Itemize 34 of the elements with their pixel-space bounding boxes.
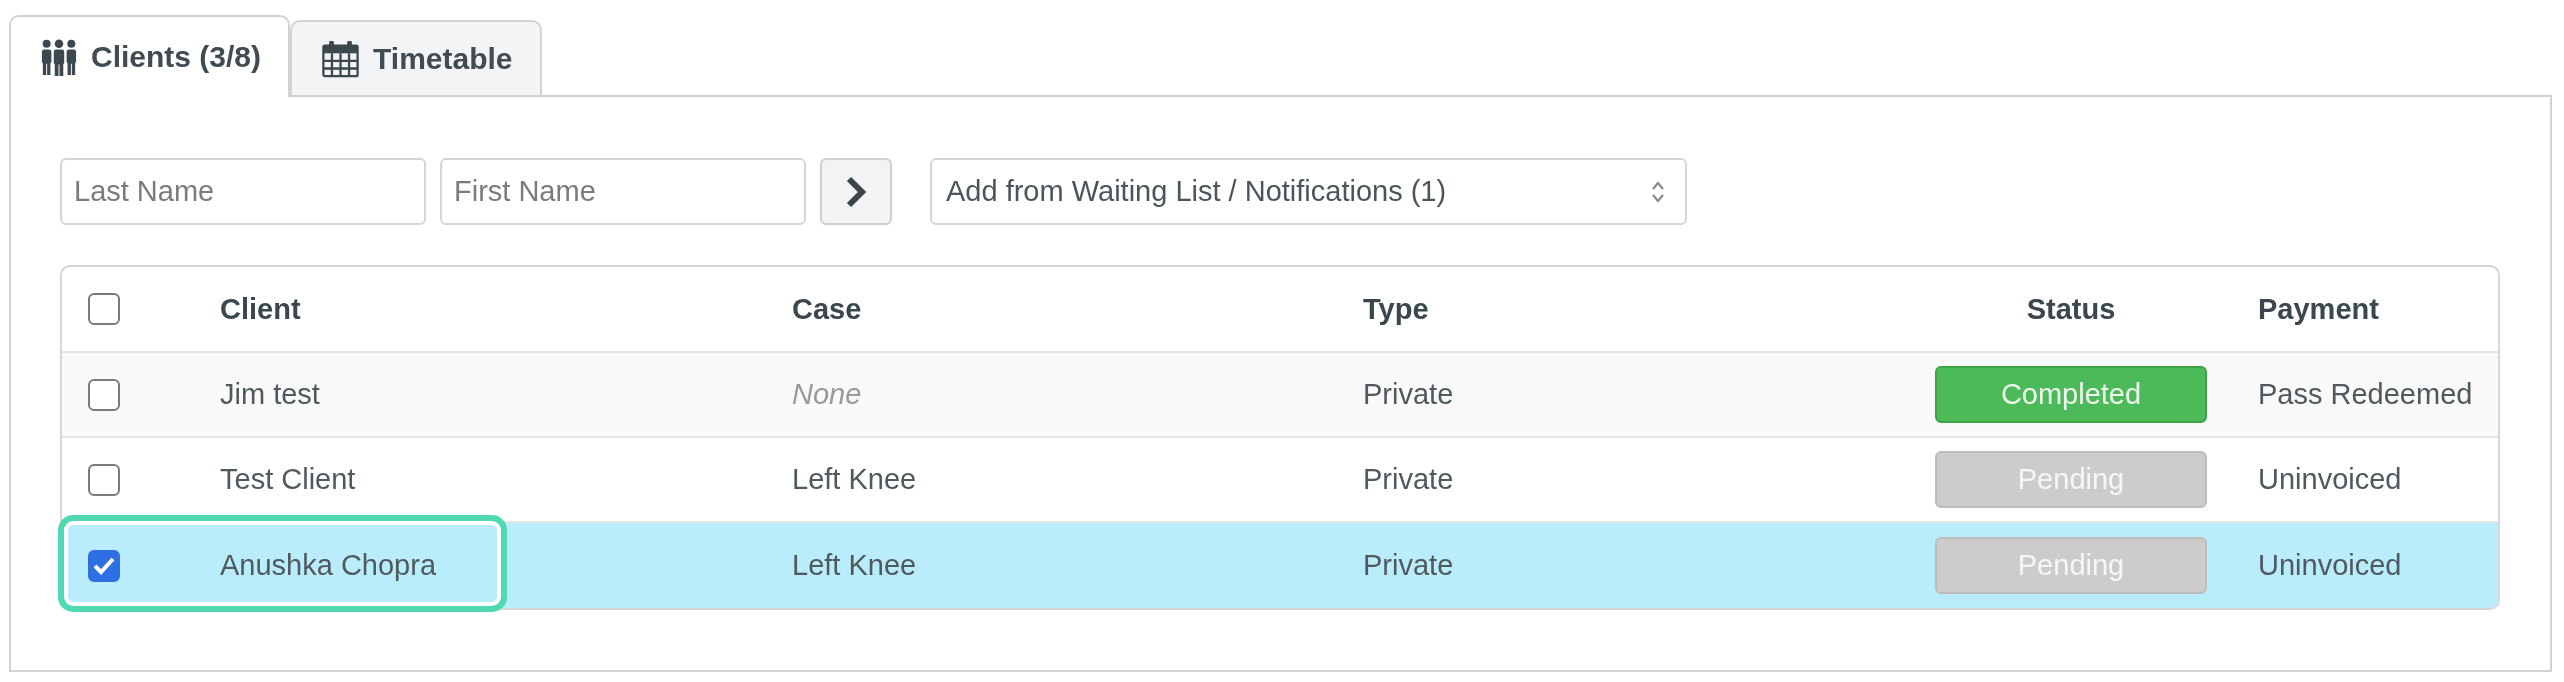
column-header: Client	[220, 292, 301, 326]
column-header: Payment	[2258, 292, 2379, 326]
payment-text: Uninvoiced	[2258, 549, 2402, 582]
column-header: Type	[1363, 292, 1429, 326]
check-icon	[93, 555, 115, 576]
chevron-right-icon	[845, 175, 867, 208]
waiting-list-select[interactable]: Add from Waiting List / Notifications (1)	[930, 158, 1687, 225]
case-text: None	[792, 378, 862, 411]
case-text: Left Knee	[792, 463, 917, 496]
last-name-field[interactable]: Last Name	[60, 158, 426, 225]
tab[interactable]: Timetable	[290, 20, 542, 95]
row-checkbox[interactable]	[88, 378, 120, 411]
people-icon	[40, 38, 78, 76]
client-name: Jim test	[220, 378, 320, 411]
go-button[interactable]	[820, 158, 892, 225]
client-name: Test Client	[220, 463, 356, 496]
client-name: Anushka Chopra	[220, 549, 437, 582]
up-down-chevron-icon	[1651, 179, 1665, 204]
type-text: Private	[1363, 463, 1454, 496]
table-row[interactable]: Jim test None Private Completed Pass Redeemed	[62, 353, 2498, 438]
first-name-field[interactable]: First Name	[440, 158, 806, 225]
payment-text: Pass Redeemed	[2258, 378, 2473, 411]
column-header: Case	[792, 292, 862, 326]
type-text: Private	[1363, 378, 1454, 411]
case-text: Left Knee	[792, 549, 917, 582]
row-checkbox[interactable]	[88, 549, 120, 582]
row-checkbox[interactable]	[88, 463, 120, 496]
calendar-icon	[321, 39, 361, 78]
type-text: Private	[1363, 549, 1454, 582]
column-header: Status	[2026, 292, 2116, 326]
status-badge: Completed	[1935, 366, 2207, 423]
payment-text: Uninvoiced	[2258, 463, 2402, 496]
select-all-checkbox[interactable]	[88, 293, 120, 325]
tab[interactable]: Clients (3/8)	[9, 15, 291, 97]
